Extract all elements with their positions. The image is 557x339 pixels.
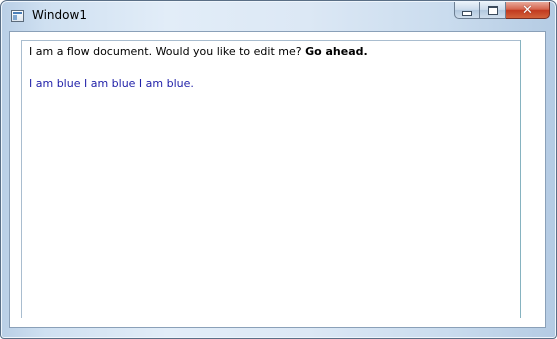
title-bar[interactable]: Window1 ✕	[1, 1, 556, 32]
client-area: I am a flow document. Would you like to …	[9, 31, 546, 328]
flow-document-editor[interactable]: I am a flow document. Would you like to …	[21, 40, 521, 318]
window-title: Window1	[32, 8, 87, 22]
window: Window1 ✕ I am a flow document. Would yo…	[0, 0, 557, 339]
paragraph-1-bold-text: Go ahead.	[305, 45, 368, 58]
minimize-button[interactable]	[454, 2, 480, 19]
maximize-icon	[487, 5, 498, 15]
app-window-icon[interactable]	[11, 10, 24, 22]
caption-buttons: ✕	[454, 2, 550, 20]
paragraph-1-text: I am a flow document. Would you like to …	[29, 45, 306, 58]
document-paragraph-1[interactable]: I am a flow document. Would you like to …	[29, 45, 368, 58]
minimize-icon	[462, 10, 472, 16]
close-button[interactable]: ✕	[506, 2, 550, 19]
maximize-button[interactable]	[480, 2, 506, 19]
close-icon: ✕	[522, 2, 533, 18]
document-paragraph-2[interactable]: I am blue I am blue I am blue.	[29, 77, 194, 90]
